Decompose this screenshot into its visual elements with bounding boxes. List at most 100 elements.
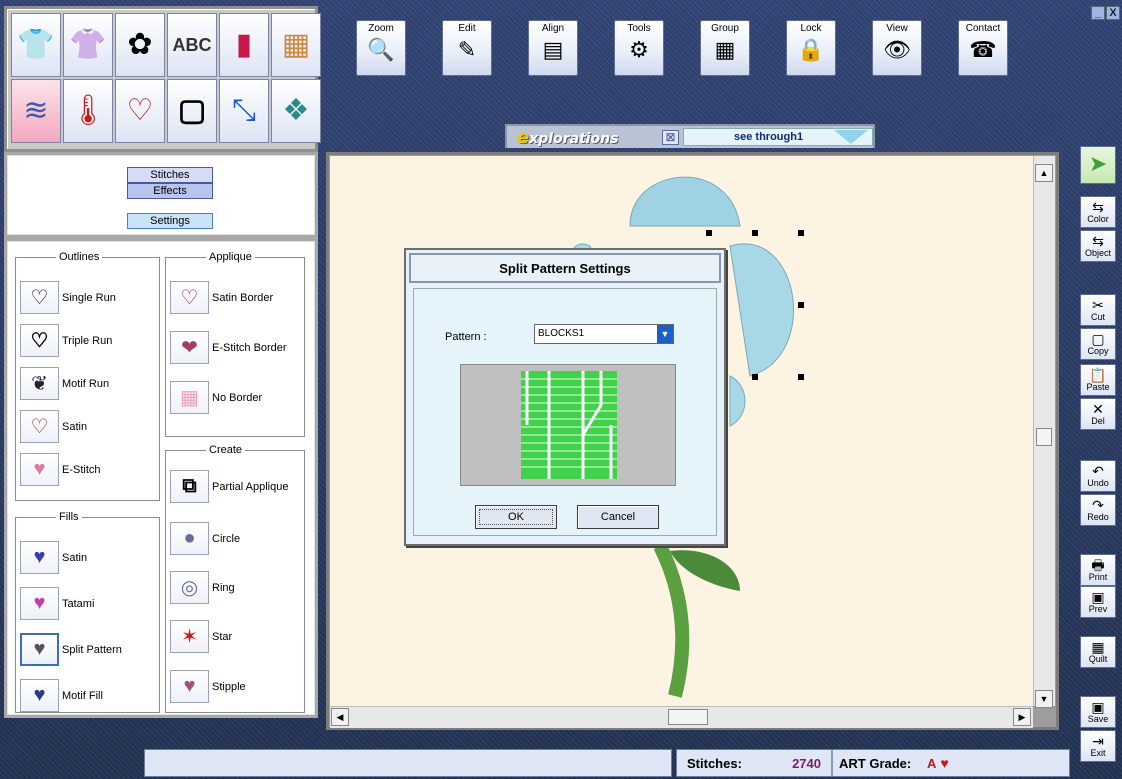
group-button[interactable]: Group ▦ [700, 20, 750, 76]
align-label: Align [541, 23, 565, 34]
zoom-button[interactable]: Zoom 🔍 [356, 20, 406, 76]
art-grade-value: A [927, 755, 937, 771]
pattern-preview [460, 364, 676, 486]
object-button[interactable]: ⇆ Object [1080, 230, 1116, 262]
blocks-pattern-swatch [521, 371, 617, 479]
stitch-spring-icon[interactable]: ≋ [11, 79, 61, 143]
exit-label: Exit [1090, 748, 1106, 758]
e-stitch-border-tool[interactable]: ❤ E-Stitch Border [170, 331, 287, 364]
paste-icon: 📋 [1089, 367, 1107, 383]
category-icon-panel: 👕 👚 ✿ ABC ▮ ▦ ≋ 🌡 ♡ ▢ ⤡ ❖ [4, 6, 321, 152]
save-button[interactable]: ▣ Save [1080, 696, 1116, 728]
view-icon: 👁 [883, 37, 911, 62]
horizontal-scrollbar[interactable]: ◀ ▶ [330, 706, 1033, 728]
tools-button[interactable]: Tools ⚙ [614, 20, 664, 76]
heart-outline-icon[interactable]: ♡ [115, 79, 165, 143]
satin-border-tool[interactable]: ♡ Satin Border [170, 281, 273, 314]
del-button[interactable]: ✕ Del [1080, 398, 1116, 430]
motif-run-tool[interactable]: ❦ Motif Run [20, 367, 109, 400]
select-arrow-button[interactable]: ➤ [1080, 146, 1116, 184]
print-button[interactable]: 🖶 Print [1080, 554, 1116, 586]
satin-fill-tool[interactable]: ♥ Satin [20, 541, 87, 574]
edit-button[interactable]: Edit ✎ [442, 20, 492, 76]
selection-handle[interactable] [752, 374, 758, 380]
chevron-down-icon[interactable]: ▼ [657, 325, 673, 343]
circle-tool[interactable]: ● Circle [170, 522, 240, 555]
close-button[interactable]: X [1106, 6, 1120, 20]
selection-handle[interactable] [798, 374, 804, 380]
selection-handle[interactable] [798, 302, 804, 308]
align-button[interactable]: Align ▤ [528, 20, 578, 76]
scroll-down-icon[interactable]: ▼ [1035, 690, 1053, 708]
shirt-flower-icon[interactable]: 👕 [11, 13, 61, 77]
cancel-button[interactable]: Cancel [577, 505, 659, 529]
print-label: Print [1088, 572, 1108, 582]
e-stitch-tool[interactable]: ♥ E-Stitch [20, 453, 101, 486]
outlines-group: Outlines ♡ Single Run ♡ Triple Run ❦ Mot… [15, 251, 160, 501]
undo-button[interactable]: ↶ Undo [1080, 460, 1116, 492]
undo-icon: ↶ [1092, 463, 1104, 479]
flower-icon[interactable]: ✿ [115, 13, 165, 77]
shirt-icon[interactable]: 👚 [63, 13, 113, 77]
settings-button[interactable]: Settings [127, 213, 213, 229]
thread-spool-icon[interactable]: ▮ [219, 13, 269, 77]
horizontal-scroll-thumb[interactable] [668, 709, 708, 725]
stem [653, 542, 690, 698]
triple-run-tool[interactable]: ♡ Triple Run [20, 324, 112, 357]
scroll-left-icon[interactable]: ◀ [331, 708, 349, 726]
color-button[interactable]: ⇆ Color [1080, 196, 1116, 228]
warp-shape-icon[interactable]: ❖ [271, 79, 321, 143]
cut-button[interactable]: ✂ Cut [1080, 294, 1116, 326]
star-tool[interactable]: ✶ Star [170, 620, 232, 653]
split-pattern-tool[interactable]: ♥ Split Pattern [20, 633, 122, 666]
heart-satin-icon: ♡ [20, 410, 59, 443]
selection-handle[interactable] [798, 230, 804, 236]
motif-fill-tool[interactable]: ♥ Motif Fill [20, 679, 103, 712]
create-group: Create ⧉ Partial Applique ● Circle ◎ Rin… [165, 444, 305, 713]
selection-handle[interactable] [752, 230, 758, 236]
object-icon: ⇆ [1092, 233, 1104, 249]
thermometer-icon[interactable]: 🌡 [63, 79, 113, 143]
hoop-icon[interactable]: ▢ [167, 79, 217, 143]
scroll-up-icon[interactable]: ▲ [1035, 164, 1053, 182]
redo-button[interactable]: ↷ Redo [1080, 494, 1116, 526]
print-icon: 🖶 [1091, 557, 1105, 573]
art-grade-label: ART Grade: [839, 755, 912, 771]
close-design-icon[interactable]: ⊠ [662, 129, 679, 145]
copy-button[interactable]: ▢ Copy [1080, 328, 1116, 360]
transform-arrows-icon[interactable]: ⤡ [219, 79, 269, 143]
contact-button[interactable]: Contact ☎ [958, 20, 1008, 76]
partial-applique-tool[interactable]: ⧉ Partial Applique [170, 470, 288, 503]
fills-legend: Fills [59, 511, 79, 523]
pattern-select[interactable]: BLOCKS1 ▼ [534, 324, 674, 344]
dropdown-triangle-icon[interactable] [834, 130, 868, 144]
single-run-tool[interactable]: ♡ Single Run [20, 281, 116, 314]
vertical-scroll-thumb[interactable] [1036, 428, 1052, 446]
no-border-tool[interactable]: ▦ No Border [170, 381, 262, 414]
prev-button[interactable]: ▣ Prev [1080, 586, 1116, 618]
ring-tool[interactable]: ◎ Ring [170, 571, 235, 604]
paste-button[interactable]: 📋 Paste [1080, 364, 1116, 396]
undo-label: Undo [1087, 478, 1109, 488]
lettering-icon[interactable]: ABC [167, 13, 217, 77]
fabric-swatch-icon[interactable]: ▦ [271, 13, 321, 77]
petal-small [729, 375, 746, 427]
view-button[interactable]: View 👁 [872, 20, 922, 76]
exit-button[interactable]: ⇥ Exit [1080, 730, 1116, 762]
minimize-button[interactable]: _ [1091, 6, 1105, 20]
vertical-scrollbar[interactable]: ▲ ▼ [1033, 156, 1055, 708]
edit-label: Edit [458, 23, 476, 34]
lock-button[interactable]: Lock 🔒 [786, 20, 836, 76]
stipple-tool[interactable]: ♥ Stipple [170, 670, 246, 703]
selection-handle[interactable] [706, 230, 712, 236]
satin-outline-tool[interactable]: ♡ Satin [20, 410, 87, 443]
stitches-tab[interactable]: Stitches [127, 167, 213, 183]
tatami-fill-tool[interactable]: ♥ Tatami [20, 587, 94, 620]
view-label: View [886, 23, 908, 34]
ok-button[interactable]: OK [475, 505, 557, 529]
scroll-right-icon[interactable]: ▶ [1013, 708, 1031, 726]
design-select[interactable]: see through1 [683, 128, 873, 146]
quilt-button[interactable]: ▦ Quilt [1080, 636, 1116, 668]
effects-tab[interactable]: Effects [127, 183, 213, 199]
prev-label: Prev [1088, 604, 1108, 614]
